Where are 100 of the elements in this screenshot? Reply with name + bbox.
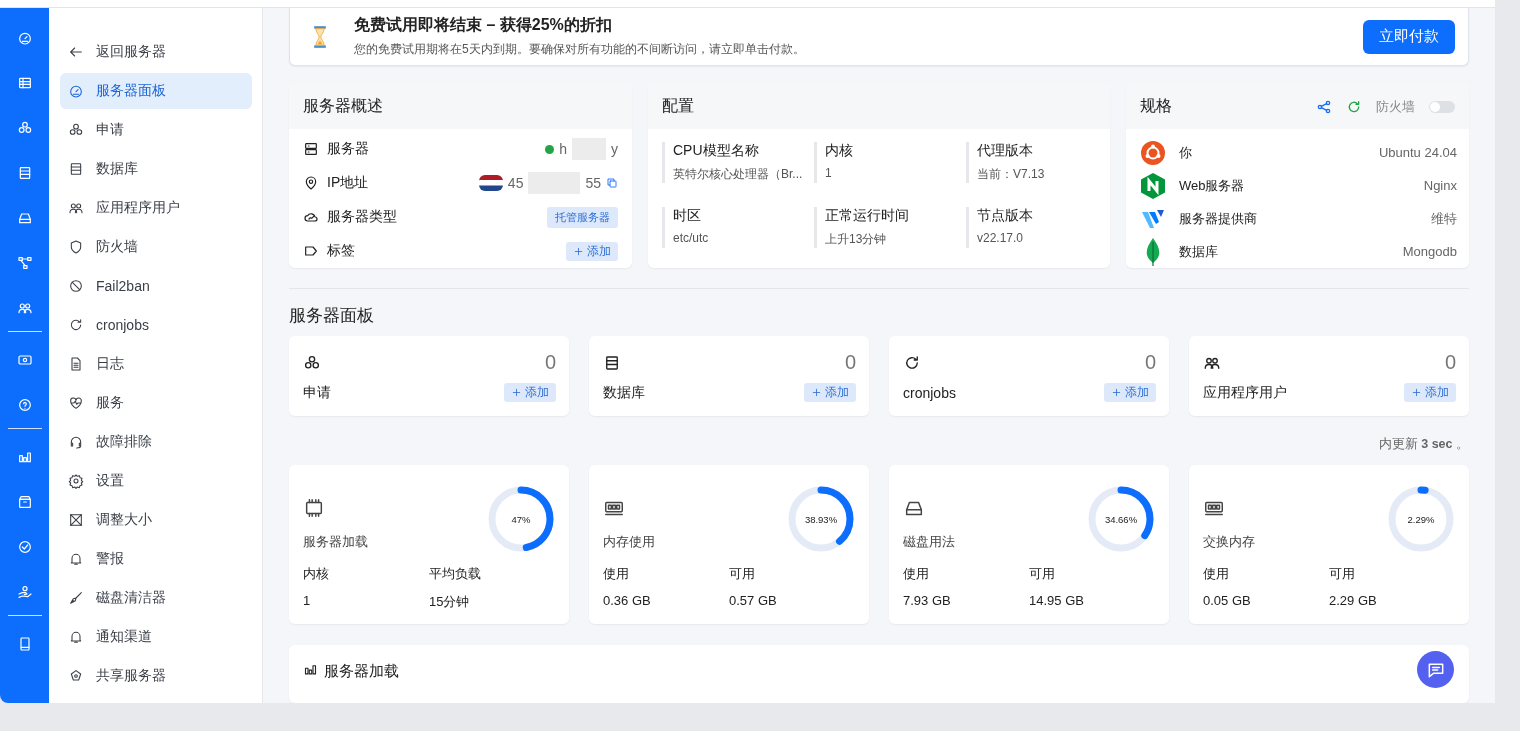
count-label: 申请 [303, 383, 331, 402]
plus-icon [1411, 387, 1422, 399]
sidebar-item[interactable]: 警报 [60, 541, 252, 577]
sidebar-item[interactable]: 应用程序用户 [60, 190, 252, 226]
gauge-reading: 2.29% [1406, 512, 1436, 527]
server-name: y [611, 141, 618, 158]
banner-message: 您的免费试用期将在5天内到期。要确保对所有功能的不间断访问，请立即单击付款。 [354, 41, 806, 59]
metric-title: 交换内存 [1203, 533, 1255, 552]
config-label: 节点版本 [977, 207, 1034, 226]
drive-icon[interactable] [16, 210, 33, 226]
copy-icon[interactable] [606, 177, 618, 190]
plus-icon [511, 387, 522, 399]
refresh-icon [68, 317, 84, 333]
sidebar-item[interactable]: 返回服务器 [60, 34, 252, 70]
add-button[interactable]: 添加 [1104, 383, 1156, 403]
sidebar-item[interactable]: 设置 [60, 463, 252, 499]
spec-value: 维特 [1431, 209, 1457, 228]
stat-value: 0.05 GB [1203, 593, 1252, 609]
gauge-reading: 34.66% [1103, 512, 1139, 527]
banknote-icon[interactable] [16, 352, 33, 368]
nginx-logo-icon [1141, 172, 1165, 199]
spec-label: 你 [1179, 143, 1193, 162]
cubes-icon [303, 353, 321, 372]
stat-label: 可用 [1029, 565, 1056, 584]
update-note: 内更新 3 sec 。 [1377, 436, 1469, 454]
ban-icon [68, 278, 84, 294]
count-label: 应用程序用户 [1203, 383, 1287, 402]
config-label: 内核 [825, 142, 854, 161]
add-button[interactable]: 添加 [804, 383, 856, 403]
database-icon [603, 353, 621, 372]
sidebar-item[interactable]: 磁盘清洁器 [60, 580, 252, 616]
plus-icon [811, 387, 822, 399]
stat-label: 可用 [729, 565, 756, 584]
stat-label: 使用 [603, 565, 630, 584]
metric-title: 内存使用 [603, 533, 655, 552]
sidebar-item[interactable]: 日志 [60, 346, 252, 382]
count-label: 数据库 [603, 383, 645, 402]
users-icon[interactable] [16, 300, 33, 316]
help-icon[interactable] [16, 397, 33, 413]
sidebar-item[interactable]: 防火墙 [60, 229, 252, 265]
sidebar-item[interactable]: 数据库 [60, 151, 252, 187]
network-icon[interactable] [16, 255, 33, 271]
sidebar-item[interactable]: 调整大小 [60, 502, 252, 538]
card-title: 服务器加载 [324, 662, 399, 682]
bar-chart-icon[interactable] [16, 449, 33, 465]
add-button[interactable]: 添加 [1404, 383, 1456, 403]
bell-icon [68, 629, 84, 645]
count-value: 0 [1144, 351, 1156, 375]
refresh-icon[interactable] [1346, 98, 1362, 115]
sidebar-item[interactable]: 故障排除 [60, 424, 252, 460]
cubes-icon[interactable] [16, 120, 33, 136]
sidebar-item[interactable]: cronjobs [60, 307, 252, 343]
add-button[interactable]: 添加 [566, 241, 618, 261]
plus-icon [1111, 387, 1122, 399]
banner-title: 免费试用即将结束 – 获得25%的折扣 [354, 15, 613, 36]
add-button[interactable]: 添加 [504, 383, 556, 403]
stat-value: 0.36 GB [603, 593, 652, 609]
bell-icon [68, 551, 84, 567]
stat-value: 1 [303, 593, 312, 611]
cpu-chip-icon [303, 497, 325, 520]
sidebar-item[interactable]: 服务器面板 [60, 73, 252, 109]
bar-chart-icon [303, 662, 318, 678]
firewall-toggle[interactable] [1429, 100, 1455, 113]
config-value: v22.17.0 [977, 231, 1025, 246]
stat-label: 内核 [303, 565, 330, 584]
card-title: 服务器概述 [303, 96, 383, 117]
shield-icon [68, 239, 84, 255]
config-label: 代理版本 [977, 142, 1034, 161]
metric-title: 磁盘用法 [903, 533, 955, 552]
box-icon[interactable] [16, 494, 33, 510]
sidebar-item[interactable]: Fail2ban [60, 268, 252, 304]
sidebar-item[interactable]: 服务 [60, 385, 252, 421]
count-label: cronjobs [903, 384, 956, 401]
row-label: 服务器 [327, 140, 369, 159]
sidebar-item[interactable]: 申请 [60, 112, 252, 148]
netherlands-flag-icon [478, 175, 503, 192]
vultr-logo-icon [1142, 209, 1164, 228]
ip-address: 55 [585, 175, 601, 192]
sidebar-item[interactable]: 共享服务器 [60, 658, 252, 694]
heartbeat-icon [68, 395, 84, 411]
stat-value: 15分钟 [429, 593, 471, 612]
broom-icon [68, 590, 84, 606]
stat-value: 7.93 GB [903, 593, 952, 609]
table-icon[interactable] [16, 75, 33, 91]
stat-label: 平均负载 [429, 565, 482, 584]
sidebar-item[interactable]: 通知渠道 [60, 619, 252, 655]
stat-value: 2.29 GB [1329, 593, 1378, 609]
gauge-reading: 38.93% [803, 512, 839, 527]
config-value: 上升13分钟 [825, 231, 888, 249]
row-label: 标签 [327, 242, 355, 261]
gauge-icon [68, 83, 84, 99]
check-circle-icon[interactable] [16, 539, 33, 555]
count-value: 0 [1444, 351, 1456, 375]
stat-value: 0.57 GB [729, 593, 778, 609]
plus-icon [573, 245, 584, 257]
ip-address: 45 [507, 175, 524, 192]
pay-now-button[interactable]: 立即付款 [1363, 19, 1455, 54]
hand-icon[interactable] [16, 584, 33, 600]
card-title: 规格 [1140, 96, 1172, 117]
gauge-icon[interactable] [16, 30, 33, 46]
